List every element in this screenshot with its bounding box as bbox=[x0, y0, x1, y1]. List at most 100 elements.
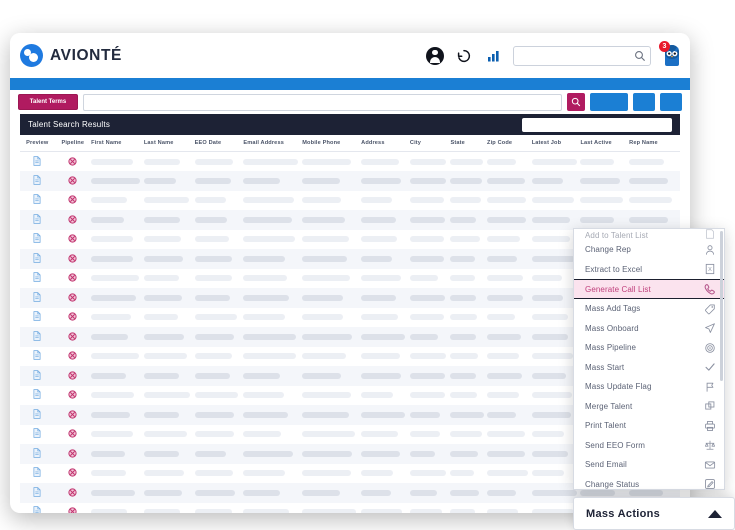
table-cell-email[interactable] bbox=[243, 308, 302, 328]
table-cell-last[interactable] bbox=[143, 191, 195, 211]
pipeline-blocked-icon[interactable] bbox=[68, 386, 77, 403]
chevron-up-icon[interactable] bbox=[708, 509, 722, 518]
table-cell-address[interactable] bbox=[361, 171, 410, 191]
column-header-pipeline[interactable]: Pipeline bbox=[54, 135, 92, 152]
document-preview-icon[interactable] bbox=[33, 386, 41, 403]
table-cell-city[interactable] bbox=[409, 308, 451, 328]
document-preview-icon[interactable] bbox=[33, 406, 41, 423]
table-cell-pipeline[interactable] bbox=[55, 230, 92, 250]
table-cell-preview[interactable] bbox=[20, 483, 55, 503]
table-cell-preview[interactable] bbox=[20, 347, 55, 367]
menu-item-merge-talent[interactable]: Merge Talent bbox=[574, 397, 724, 417]
table-cell-email[interactable] bbox=[243, 210, 302, 230]
pipeline-blocked-icon[interactable] bbox=[68, 289, 77, 306]
pipeline-blocked-icon[interactable] bbox=[68, 328, 77, 345]
column-header-preview[interactable]: Preview bbox=[20, 135, 55, 152]
table-cell-mobile[interactable] bbox=[302, 171, 361, 191]
table-cell-state[interactable] bbox=[450, 327, 487, 347]
pipeline-blocked-icon[interactable] bbox=[68, 153, 77, 170]
table-cell-zip[interactable] bbox=[487, 347, 532, 367]
table-cell-first[interactable] bbox=[91, 269, 144, 289]
table-cell-email[interactable] bbox=[243, 171, 302, 191]
table-cell-state[interactable] bbox=[450, 483, 487, 503]
table-cell-email[interactable] bbox=[243, 269, 302, 289]
table-cell-eeo[interactable] bbox=[194, 152, 244, 172]
table-cell-mobile[interactable] bbox=[302, 366, 361, 386]
toolbar-action-3-button[interactable] bbox=[660, 93, 682, 111]
table-cell-pipeline[interactable] bbox=[55, 483, 92, 503]
table-cell-city[interactable] bbox=[409, 503, 451, 513]
table-cell-eeo[interactable] bbox=[194, 327, 244, 347]
table-cell-mobile[interactable] bbox=[302, 503, 361, 513]
table-cell-lastact[interactable] bbox=[580, 191, 629, 211]
table-cell-pipeline[interactable] bbox=[55, 327, 92, 347]
table-cell-pipeline[interactable] bbox=[55, 503, 92, 513]
document-preview-icon[interactable] bbox=[33, 347, 41, 364]
column-header-first-name[interactable]: First Name bbox=[91, 135, 144, 152]
table-cell-zip[interactable] bbox=[487, 210, 532, 230]
table-cell-preview[interactable] bbox=[20, 249, 55, 269]
search-terms-input[interactable] bbox=[83, 93, 562, 111]
table-cell-mobile[interactable] bbox=[302, 464, 361, 484]
brand-logo[interactable]: AVIONTÉ bbox=[10, 44, 122, 67]
table-cell-preview[interactable] bbox=[20, 269, 55, 289]
document-preview-icon[interactable] bbox=[33, 172, 41, 189]
table-cell-eeo[interactable] bbox=[194, 503, 244, 513]
table-cell-last[interactable] bbox=[143, 308, 195, 328]
table-cell-pipeline[interactable] bbox=[55, 405, 92, 425]
talent-terms-button[interactable]: Talent Terms bbox=[18, 94, 78, 110]
document-preview-icon[interactable] bbox=[33, 308, 41, 325]
table-cell-address[interactable] bbox=[361, 366, 410, 386]
pipeline-blocked-icon[interactable] bbox=[68, 172, 77, 189]
table-cell-address[interactable] bbox=[361, 425, 410, 445]
table-cell-eeo[interactable] bbox=[194, 230, 244, 250]
history-icon[interactable] bbox=[455, 47, 473, 65]
analytics-icon[interactable] bbox=[484, 47, 502, 65]
table-cell-eeo[interactable] bbox=[194, 405, 244, 425]
table-cell-preview[interactable] bbox=[20, 191, 55, 211]
table-cell-city[interactable] bbox=[409, 230, 451, 250]
menu-item-change-rep[interactable]: Change Rep bbox=[574, 240, 724, 260]
table-cell-first[interactable] bbox=[91, 503, 144, 513]
table-cell-eeo[interactable] bbox=[194, 191, 244, 211]
mass-actions-footer-button[interactable]: Mass Actions bbox=[573, 497, 735, 530]
table-cell-state[interactable] bbox=[450, 288, 487, 308]
table-cell-last[interactable] bbox=[143, 386, 195, 406]
table-cell-eeo[interactable] bbox=[194, 347, 244, 367]
table-cell-eeo[interactable] bbox=[194, 444, 244, 464]
table-cell-zip[interactable] bbox=[487, 483, 532, 503]
menu-item-mass-start[interactable]: Mass Start bbox=[574, 358, 724, 378]
table-cell-zip[interactable] bbox=[487, 288, 532, 308]
table-cell-city[interactable] bbox=[409, 152, 451, 172]
table-cell-email[interactable] bbox=[243, 444, 302, 464]
notifications-owl-button[interactable]: 3 bbox=[659, 40, 682, 67]
table-cell-state[interactable] bbox=[450, 171, 487, 191]
table-cell-state[interactable] bbox=[450, 269, 487, 289]
table-cell-first[interactable] bbox=[91, 171, 144, 191]
run-search-button[interactable] bbox=[567, 93, 585, 111]
table-cell-last[interactable] bbox=[143, 152, 195, 172]
document-preview-icon[interactable] bbox=[33, 367, 41, 384]
table-cell-first[interactable] bbox=[91, 444, 144, 464]
table-cell-city[interactable] bbox=[409, 327, 451, 347]
column-header-city[interactable]: City bbox=[409, 135, 451, 152]
table-cell-state[interactable] bbox=[450, 347, 487, 367]
table-cell-last[interactable] bbox=[143, 503, 195, 513]
table-cell-preview[interactable] bbox=[20, 171, 55, 191]
table-cell-email[interactable] bbox=[243, 425, 302, 445]
menu-item-mass-pipeline[interactable]: Mass Pipeline bbox=[574, 338, 724, 358]
table-cell-address[interactable] bbox=[361, 210, 410, 230]
menu-item-mass-onboard[interactable]: Mass Onboard bbox=[574, 319, 724, 339]
table-cell-pipeline[interactable] bbox=[55, 269, 92, 289]
table-cell-state[interactable] bbox=[450, 464, 487, 484]
mass-actions-dropdown[interactable]: Add to Talent List Change Rep Extract to … bbox=[573, 228, 725, 490]
pipeline-blocked-icon[interactable] bbox=[68, 503, 77, 513]
table-cell-last[interactable] bbox=[143, 483, 195, 503]
table-cell-preview[interactable] bbox=[20, 366, 55, 386]
menu-item-mass-update-flag[interactable]: Mass Update Flag bbox=[574, 377, 724, 397]
table-cell-email[interactable] bbox=[243, 347, 302, 367]
document-preview-icon[interactable] bbox=[33, 289, 41, 306]
table-cell-pipeline[interactable] bbox=[55, 152, 92, 172]
table-row[interactable] bbox=[20, 190, 680, 211]
table-cell-state[interactable] bbox=[450, 152, 487, 172]
